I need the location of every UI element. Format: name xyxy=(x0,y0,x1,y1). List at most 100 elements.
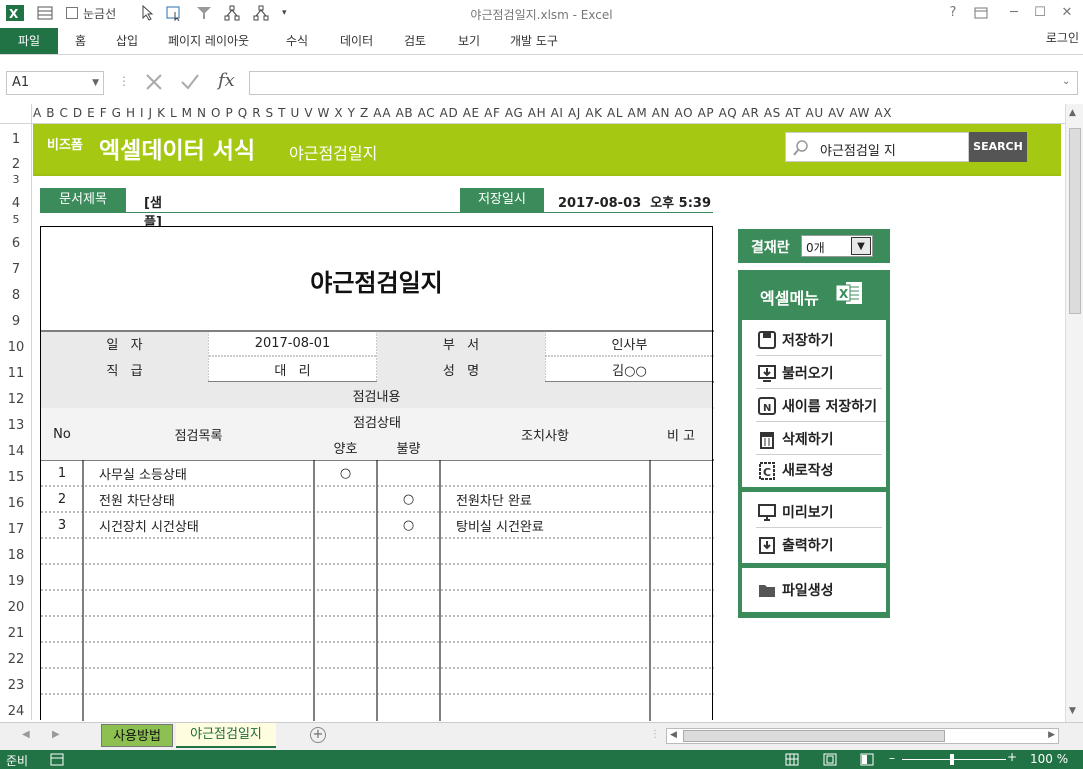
horizontal-scrollbar[interactable]: ◀ ▶ xyxy=(666,728,1059,744)
tab-review[interactable]: 검토 xyxy=(404,28,426,54)
save-button[interactable]: 저장하기 xyxy=(756,324,882,356)
tab-view[interactable]: 보기 xyxy=(458,28,480,54)
chevron-down-icon[interactable]: ▼ xyxy=(92,72,99,94)
row-header[interactable]: 13 xyxy=(0,418,32,433)
enter-icon[interactable] xyxy=(180,72,200,95)
row-header[interactable]: 18 xyxy=(0,548,32,563)
name-box[interactable]: A1 ▼ xyxy=(6,71,104,95)
row-header[interactable]: 7 xyxy=(0,262,32,277)
name-value[interactable]: 김○○ xyxy=(545,356,714,382)
row-bad[interactable]: ○ xyxy=(377,512,440,538)
scroll-right-icon[interactable]: ▶ xyxy=(1048,730,1055,740)
row-good[interactable] xyxy=(314,486,377,512)
row-good[interactable] xyxy=(314,512,377,538)
search-button[interactable]: SEARCH xyxy=(969,132,1027,162)
row-item[interactable]: 사무실 소등상태 xyxy=(83,460,314,486)
row-action[interactable] xyxy=(440,460,650,486)
row-header[interactable]: 2 xyxy=(0,157,32,172)
preview-button[interactable]: 미리보기 xyxy=(756,496,882,528)
dept-value[interactable]: 인사부 xyxy=(545,331,714,356)
column-letters[interactable]: A B C D E F G H I J K L M N O P Q R S T … xyxy=(33,106,892,120)
row-header[interactable]: 24 xyxy=(0,704,32,719)
row-no[interactable]: 3 xyxy=(41,512,83,538)
search-input[interactable]: 야근점검일 지 xyxy=(785,132,969,162)
tab-page-layout[interactable]: 페이지 레이아웃 xyxy=(168,28,249,54)
select-all-corner[interactable] xyxy=(0,104,32,123)
row-header[interactable]: 19 xyxy=(0,574,32,589)
load-button[interactable]: 불러오기 xyxy=(756,357,882,389)
tab-insert[interactable]: 삽입 xyxy=(116,28,138,54)
row-header[interactable]: 4 xyxy=(0,196,32,211)
zoom-level[interactable]: 100 % xyxy=(1030,752,1068,766)
row-header[interactable]: 15 xyxy=(0,470,32,485)
save-as-button[interactable]: N 새이름 저장하기 xyxy=(756,390,886,422)
tab-file[interactable]: 파일 xyxy=(0,28,58,54)
row-note[interactable] xyxy=(650,460,712,486)
row-header[interactable]: 8 xyxy=(0,288,32,303)
scroll-left-icon[interactable]: ◀ xyxy=(670,730,677,740)
row-note[interactable] xyxy=(650,486,712,512)
row-no[interactable]: 2 xyxy=(41,486,83,512)
cancel-icon[interactable] xyxy=(144,72,164,95)
row-header[interactable]: 11 xyxy=(0,366,32,381)
row-header[interactable]: 17 xyxy=(0,522,32,537)
zoom-slider-thumb[interactable] xyxy=(950,754,954,765)
prev-sheet-icon[interactable]: ◀ xyxy=(22,729,30,740)
chevron-down-icon[interactable]: ▼ xyxy=(851,237,871,255)
date-value[interactable]: 2017-08-01 xyxy=(208,331,377,356)
add-sheet-button[interactable]: + xyxy=(310,727,326,743)
row-header[interactable]: 10 xyxy=(0,340,32,355)
row-bad[interactable] xyxy=(377,460,440,486)
row-bad[interactable]: ○ xyxy=(377,486,440,512)
macro-record-icon[interactable] xyxy=(50,753,64,769)
row-no[interactable]: 1 xyxy=(41,460,83,486)
rank-value[interactable]: 대 리 xyxy=(208,356,377,382)
create-file-button[interactable]: 파일생성 xyxy=(756,574,882,606)
row-action[interactable]: 탕비실 시건완료 xyxy=(440,512,650,538)
zoom-slider[interactable] xyxy=(902,759,1006,760)
next-sheet-icon[interactable]: ▶ xyxy=(52,729,60,740)
vertical-scrollbar[interactable]: ▲ ▼ xyxy=(1065,104,1083,722)
sheet-tab-active[interactable]: 야근점검일지 xyxy=(176,723,276,748)
tab-developer[interactable]: 개발 도구 xyxy=(510,28,558,54)
row-header[interactable]: 3 xyxy=(0,173,32,186)
print-button[interactable]: 출력하기 xyxy=(756,529,882,561)
help-icon[interactable]: ? xyxy=(943,3,963,23)
row-header[interactable]: 20 xyxy=(0,600,32,615)
row-header[interactable]: 1 xyxy=(0,132,32,147)
row-header[interactable]: 6 xyxy=(0,236,32,251)
row-header[interactable]: 9 xyxy=(0,314,32,329)
row-header[interactable]: 12 xyxy=(0,392,32,407)
row-item[interactable]: 시건장치 시건상태 xyxy=(83,512,314,538)
tab-home[interactable]: 홈 xyxy=(75,28,86,54)
approval-select[interactable]: 0개 ▼ xyxy=(801,235,873,257)
row-header[interactable]: 23 xyxy=(0,678,32,693)
scroll-thumb[interactable] xyxy=(1069,128,1081,314)
close-button[interactable]: ✕ xyxy=(1057,3,1077,23)
login-link[interactable]: 로그인 xyxy=(1046,28,1079,48)
row-header[interactable]: 14 xyxy=(0,444,32,459)
row-header[interactable]: 21 xyxy=(0,626,32,641)
scroll-down-icon[interactable]: ▼ xyxy=(1069,706,1076,716)
tab-formulas[interactable]: 수식 xyxy=(286,28,308,54)
insert-function-button[interactable]: fx xyxy=(218,70,235,91)
new-button[interactable]: C 새로작성 xyxy=(756,454,882,486)
ribbon-display-icon[interactable] xyxy=(971,3,991,23)
row-header[interactable]: 22 xyxy=(0,652,32,667)
page-layout-icon[interactable] xyxy=(823,753,837,769)
tab-data[interactable]: 데이터 xyxy=(340,28,373,54)
zoom-in-button[interactable]: + xyxy=(1007,750,1017,764)
row-good[interactable]: ○ xyxy=(314,460,377,486)
row-note[interactable] xyxy=(650,512,712,538)
row-item[interactable]: 전원 차단상태 xyxy=(83,486,314,512)
row-header[interactable]: 16 xyxy=(0,496,32,511)
row-action[interactable]: 전원차단 완료 xyxy=(440,486,650,512)
maximize-button[interactable]: ☐ xyxy=(1030,3,1050,23)
sheet-tab-howto[interactable]: 사용방법 xyxy=(101,724,173,747)
h-scroll-thumb[interactable] xyxy=(683,730,945,742)
formula-input[interactable] xyxy=(249,71,1078,95)
delete-button[interactable]: 삭제하기 xyxy=(756,423,882,455)
page-break-icon[interactable] xyxy=(860,753,874,769)
normal-view-icon[interactable] xyxy=(785,753,799,769)
row-header[interactable]: 5 xyxy=(0,213,32,226)
